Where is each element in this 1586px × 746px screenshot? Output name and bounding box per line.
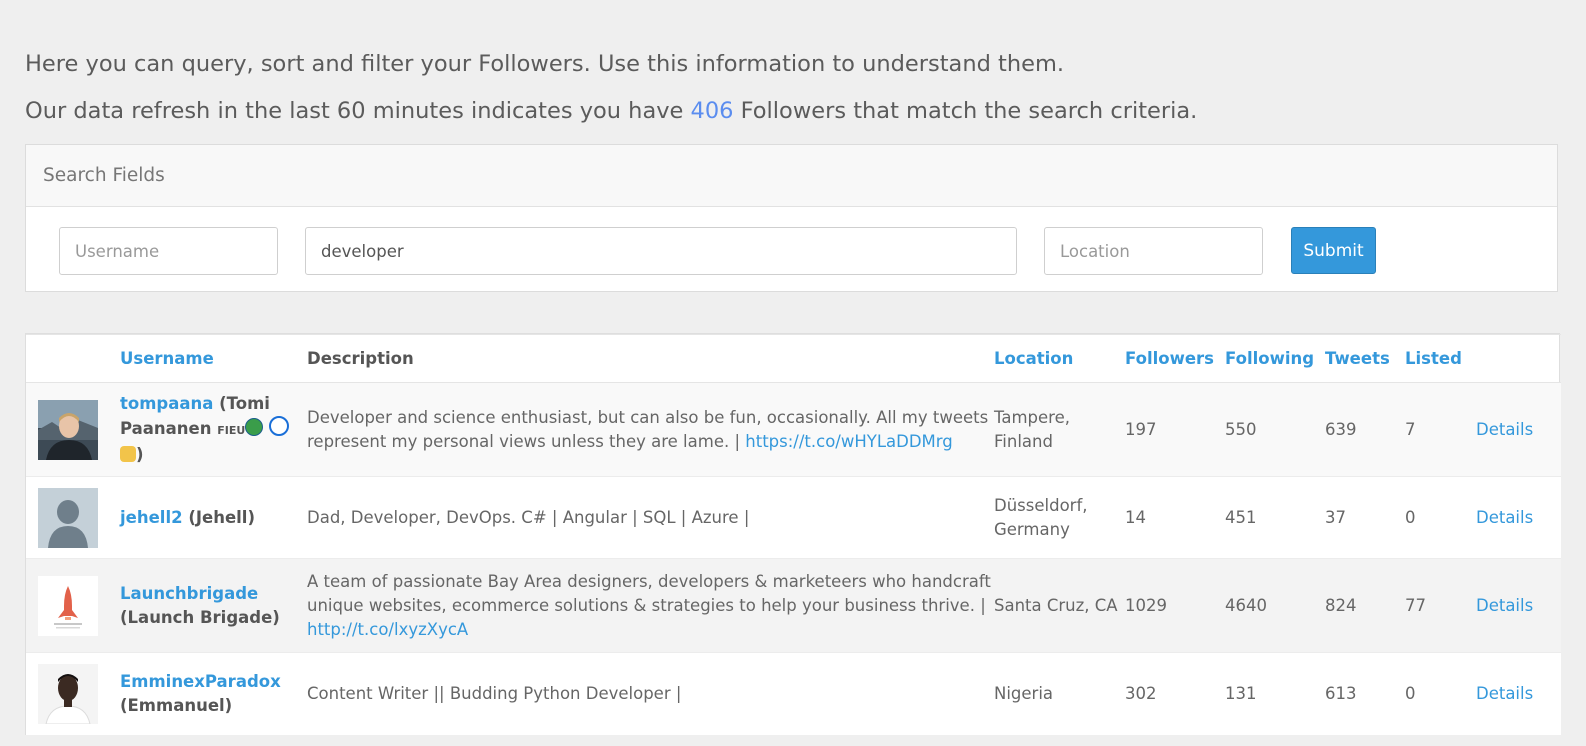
- username-cell: tompaana (Tomi Paananen FIEU ): [120, 382, 307, 477]
- followers-cell: 14: [1125, 476, 1225, 559]
- avatar[interactable]: [38, 575, 98, 636]
- following-cell: 131: [1225, 652, 1325, 735]
- avatar-cell: [26, 382, 120, 477]
- summary-suffix: Followers that match the search criteria…: [733, 98, 1198, 124]
- followers-cell: 302: [1125, 652, 1225, 735]
- location-cell: Nigeria: [994, 652, 1125, 735]
- location-cell: Santa Cruz, CA: [994, 558, 1125, 653]
- ring-icon: [269, 416, 290, 436]
- globe-icon: [245, 418, 264, 436]
- header-listed[interactable]: Listed: [1405, 334, 1476, 383]
- username-link[interactable]: EmminexParadox: [120, 672, 281, 691]
- description-cell: Dad, Developer, DevOps. C# | Angular | S…: [307, 476, 994, 559]
- details-cell: Details: [1476, 652, 1561, 735]
- summary-prefix: Our data refresh in the last 60 minutes …: [25, 98, 691, 124]
- location-cell: Düsseldorf, Germany: [994, 476, 1125, 559]
- header-tweets[interactable]: Tweets: [1325, 334, 1405, 383]
- username-link[interactable]: jehell2: [120, 508, 183, 527]
- submit-button[interactable]: Submit: [1291, 227, 1376, 274]
- intro-text: Here you can query, sort and filter your…: [25, 51, 1065, 77]
- listed-cell: 0: [1405, 476, 1476, 559]
- header-details: [1476, 334, 1561, 383]
- real-name: (Emmanuel): [120, 695, 233, 715]
- details-link[interactable]: Details: [1476, 420, 1533, 439]
- avatar-cell: [26, 476, 120, 559]
- avatar-cell: [26, 558, 120, 653]
- header-following[interactable]: Following: [1225, 334, 1325, 383]
- following-cell: 451: [1225, 476, 1325, 559]
- details-link[interactable]: Details: [1476, 508, 1533, 527]
- description-link[interactable]: http://t.co/lxyzXycA: [307, 620, 468, 639]
- header-username[interactable]: Username: [120, 334, 307, 383]
- username-link[interactable]: tompaana: [120, 394, 213, 413]
- details-cell: Details: [1476, 382, 1561, 477]
- followers-table-panel: Username Description Location Followers …: [25, 333, 1561, 735]
- tweets-cell: 37: [1325, 476, 1405, 559]
- description-text: A team of passionate Bay Area designers,…: [307, 571, 991, 615]
- search-panel: Search Fields Submit: [25, 144, 1558, 292]
- followers-table: Username Description Location Followers …: [26, 334, 1561, 735]
- following-cell: 4640: [1225, 558, 1325, 653]
- username-cell: Launchbrigade (Launch Brigade): [120, 558, 307, 653]
- listed-cell: 0: [1405, 652, 1476, 735]
- header-location[interactable]: Location: [994, 334, 1125, 383]
- table-row: jehell2 (Jehell) Dad, Developer, DevOps.…: [26, 476, 1561, 559]
- listed-cell: 77: [1405, 558, 1476, 653]
- followers-cell: 197: [1125, 382, 1225, 477]
- table-row: EmminexParadox (Emmanuel) Content Writer …: [26, 652, 1561, 735]
- avatar[interactable]: [38, 487, 98, 548]
- details-link[interactable]: Details: [1476, 596, 1533, 615]
- username-cell: jehell2 (Jehell): [120, 476, 307, 559]
- header-avatar: [26, 334, 120, 383]
- description-input[interactable]: [305, 227, 1017, 275]
- hand-icon: [120, 446, 136, 462]
- real-name-close: ): [136, 445, 144, 464]
- header-followers[interactable]: Followers: [1125, 334, 1225, 383]
- location-cell: Tampere, Finland: [994, 382, 1125, 477]
- real-name: (Jehell): [182, 507, 255, 527]
- table-row: Launchbrigade (Launch Brigade) A team of …: [26, 558, 1561, 653]
- result-summary: Our data refresh in the last 60 minutes …: [25, 98, 1197, 124]
- real-name-tag: FIEU: [217, 424, 246, 437]
- table-header-row: Username Description Location Followers …: [26, 334, 1561, 383]
- description-cell: A team of passionate Bay Area designers,…: [307, 558, 994, 653]
- tweets-cell: 639: [1325, 382, 1405, 477]
- listed-cell: 7: [1405, 382, 1476, 477]
- avatar-cell: [26, 652, 120, 735]
- location-input[interactable]: [1044, 227, 1263, 275]
- follower-count: 406: [690, 98, 734, 124]
- tweets-cell: 613: [1325, 652, 1405, 735]
- avatar[interactable]: [38, 399, 98, 460]
- details-link[interactable]: Details: [1476, 684, 1533, 703]
- header-description: Description: [307, 334, 994, 383]
- table-row: tompaana (Tomi Paananen FIEU ) Developer…: [26, 382, 1561, 477]
- username-link[interactable]: Launchbrigade: [120, 584, 258, 603]
- tweets-cell: 824: [1325, 558, 1405, 653]
- description-cell: Content Writer || Budding Python Develop…: [307, 652, 994, 735]
- following-cell: 550: [1225, 382, 1325, 477]
- username-cell: EmminexParadox (Emmanuel): [120, 652, 307, 735]
- avatar[interactable]: [38, 663, 98, 724]
- real-name: (Launch Brigade): [120, 607, 280, 627]
- followers-cell: 1029: [1125, 558, 1225, 653]
- details-cell: Details: [1476, 476, 1561, 559]
- description-link[interactable]: https://t.co/wHYLaDDMrg: [745, 432, 952, 451]
- username-input[interactable]: [59, 227, 278, 275]
- details-cell: Details: [1476, 558, 1561, 653]
- search-panel-heading: Search Fields: [26, 145, 1557, 207]
- description-cell: Developer and science enthusiast, but ca…: [307, 382, 994, 477]
